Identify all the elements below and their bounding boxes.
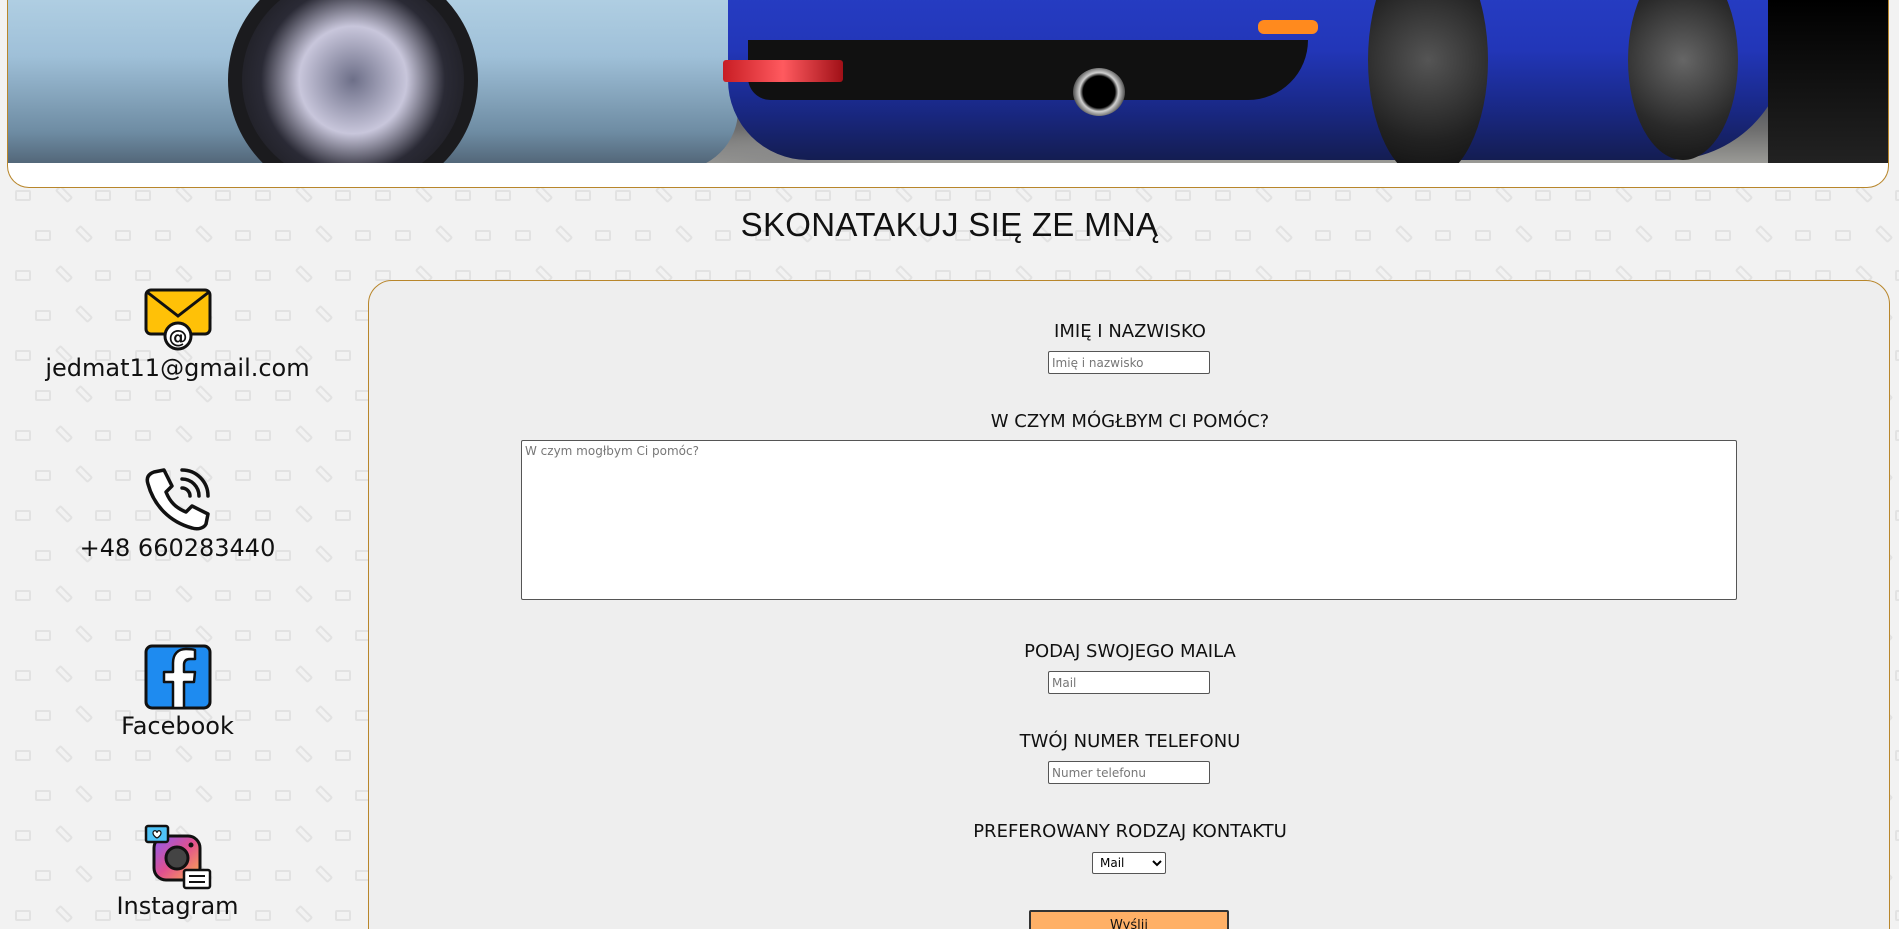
email-input[interactable] <box>1048 671 1210 694</box>
page-title: SKONATAKUJ SIĘ ZE MNĄ <box>740 206 1159 243</box>
hero-car-image <box>8 0 1888 163</box>
phone-label: +48 660283440 <box>79 534 276 562</box>
instagram-label: Instagram <box>116 892 239 920</box>
submit-button[interactable]: Wyślij <box>1029 910 1229 929</box>
email-field-label: PODAJ SWOJEGO MAILA <box>1024 641 1236 662</box>
facebook-icon <box>144 644 211 710</box>
message-textarea[interactable] <box>521 440 1737 600</box>
facebook-label: Facebook <box>121 712 234 740</box>
contact-instagram[interactable]: Instagram <box>30 824 325 920</box>
contact-phone[interactable]: +48 660283440 <box>30 466 325 562</box>
phone-field-label: TWÓJ NUMER TELEFONU <box>1019 731 1241 752</box>
message-label: W CZYM MÓGŁBYM CI POMÓC? <box>990 411 1270 432</box>
name-label: IMIĘ I NAZWISKO <box>1054 321 1206 342</box>
hero-banner <box>7 0 1889 188</box>
email-label: jedmat11@gmail.com <box>45 354 310 382</box>
instagram-icon <box>144 824 211 890</box>
email-icon: @ <box>144 288 211 351</box>
svg-text:@: @ <box>168 326 187 348</box>
contact-type-select[interactable]: Mail <box>1092 852 1166 874</box>
contact-facebook[interactable]: Facebook <box>30 644 325 740</box>
contact-type-label: PREFEROWANY RODZAJ KONTAKTU <box>973 821 1287 842</box>
contact-email[interactable]: @ jedmat11@gmail.com <box>30 288 325 382</box>
phone-icon <box>145 468 210 531</box>
phone-input[interactable] <box>1048 761 1210 784</box>
name-input[interactable] <box>1048 351 1210 374</box>
contact-form: IMIĘ I NAZWISKO W CZYM MÓGŁBYM CI POMÓC?… <box>368 280 1890 929</box>
